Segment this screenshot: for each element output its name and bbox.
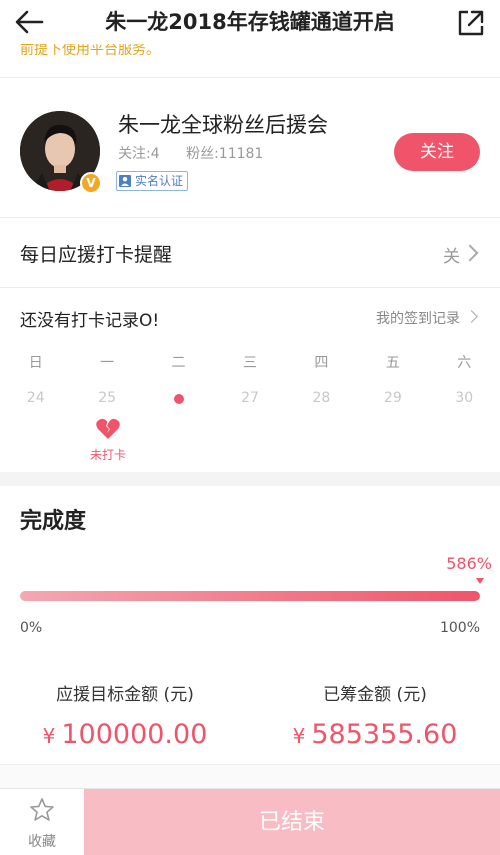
weekday-tue: 二 (171, 355, 186, 371)
notice-text: 前提下使用平台服务。 (20, 44, 160, 58)
daily-reminder-row[interactable]: 每日应援打卡提醒 关 (0, 218, 500, 286)
weekday-mon: 一 (100, 355, 115, 371)
reminder-label: 每日应援打卡提醒 (20, 244, 173, 266)
vip-badge-icon: V (80, 172, 102, 194)
favorite-button[interactable]: 收藏 (0, 789, 84, 855)
target-amount-value-row: ¥100000.00 (0, 719, 250, 750)
following-count: 关注:4 (118, 146, 160, 162)
calendar-day[interactable]: 24 (0, 390, 71, 410)
target-amount-value: 100000.00 (61, 719, 208, 750)
progress-max-label: 100% (439, 620, 480, 636)
raised-amount-caption: 已筹金额 (元) (323, 685, 427, 705)
raised-amount-value-row: ¥585355.60 (250, 719, 500, 750)
ended-button[interactable]: 已结束 (84, 789, 500, 855)
top-bar: 朱一龙2018年存钱罐通道开启 (0, 0, 500, 46)
person-icon (119, 175, 131, 187)
weekday-wed: 三 (242, 355, 257, 371)
section-divider (0, 472, 500, 486)
calendar-day[interactable]: 29 (357, 390, 428, 410)
raised-amount-value: 585355.60 (311, 719, 458, 750)
share-external-icon[interactable] (456, 8, 486, 38)
bottom-separator (0, 764, 500, 788)
verified-label: 实名认证 (135, 174, 184, 188)
weekday-thu: 四 (314, 355, 329, 371)
currency-symbol: ¥ (292, 724, 306, 748)
back-arrow-icon[interactable] (12, 6, 46, 38)
target-amount-block: 应援目标金额 (元) ¥100000.00 (0, 680, 250, 750)
club-stats: 关注:4 粉丝:11181 (118, 143, 285, 163)
completion-title: 完成度 (20, 509, 87, 534)
completion-percent: 586% (446, 554, 492, 573)
fans-count: 粉丝:11181 (186, 146, 264, 162)
favorite-label: 收藏 (28, 834, 56, 850)
progress-track (20, 591, 480, 601)
weekday-fri: 五 (385, 355, 400, 371)
my-records-link[interactable]: 我的签到记录 (376, 308, 460, 328)
page-title: 朱一龙2018年存钱罐通道开启 (105, 10, 395, 34)
missed-checkin-marker: 未打卡 (80, 418, 136, 463)
target-amount-caption: 应援目标金额 (元) (56, 685, 194, 705)
today-dot-icon (173, 394, 184, 404)
currency-symbol: ¥ (42, 724, 56, 748)
calendar-weekdays: 日 一 二 三 四 五 六 (0, 352, 500, 372)
checkin-status: 还没有打卡记录O! (20, 311, 160, 331)
fan-club-profile: V 朱一龙全球粉丝后援会 关注:4 粉丝:11181 实名认证 关注 (0, 78, 500, 216)
checkin-header: 还没有打卡记录O! 我的签到记录 (0, 288, 500, 344)
follow-button[interactable]: 关注 (394, 133, 480, 171)
missed-label: 未打卡 (89, 448, 126, 462)
calendar-day[interactable]: 27 (214, 390, 285, 410)
calendar-day[interactable]: 25 (71, 390, 142, 410)
calendar-day[interactable]: 30 (429, 390, 500, 410)
calendar-dates: 24 25 27 28 29 30 (0, 390, 500, 410)
chevron-right-icon (465, 310, 478, 323)
verified-badge: 实名认证 (116, 171, 189, 191)
club-name: 朱一龙全球粉丝后援会 (118, 113, 328, 137)
raised-amount-block: 已筹金额 (元) ¥585355.60 (250, 680, 500, 750)
weekday-sat: 六 (457, 355, 472, 371)
bottom-action-bar: 收藏 已结束 (0, 788, 500, 855)
broken-heart-icon (96, 418, 120, 439)
progress-fill (20, 591, 480, 601)
notice-banner: 前提下使用平台服务。 (0, 44, 500, 66)
chevron-right-icon (461, 244, 479, 262)
star-icon (30, 798, 54, 821)
progress-min-label: 0% (20, 620, 43, 636)
percent-pointer-icon (476, 578, 484, 584)
reminder-state: 关 (443, 247, 460, 267)
calendar-day-today[interactable] (143, 390, 214, 410)
calendar-day[interactable]: 28 (286, 390, 357, 410)
weekday-sun: 日 (28, 355, 43, 371)
